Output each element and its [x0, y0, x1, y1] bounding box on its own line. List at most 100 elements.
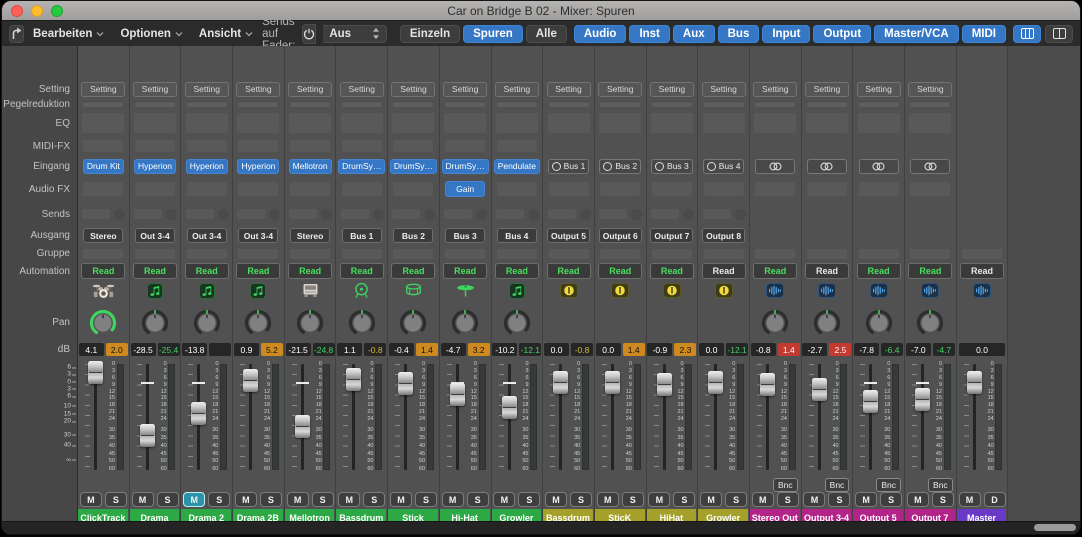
midi-fx-slot[interactable]	[82, 139, 124, 153]
volume-value[interactable]: -0.9	[647, 343, 672, 356]
automation-button[interactable]: Read	[340, 263, 384, 279]
peak-level-value[interactable]: 1.4	[416, 343, 438, 356]
mute-button[interactable]: M	[597, 492, 619, 507]
format-button[interactable]	[859, 159, 899, 174]
volume-value[interactable]: 0.0	[699, 343, 724, 356]
pan-knob[interactable]	[812, 307, 842, 338]
automation-button[interactable]: Read	[960, 263, 1004, 279]
midi-fx-slot[interactable]	[186, 139, 228, 153]
bounce-button[interactable]: Bnc	[825, 478, 850, 492]
group-slot[interactable]	[496, 248, 538, 260]
volume-value[interactable]: -13.8	[182, 343, 207, 356]
peak-level-value[interactable]: 3.2	[468, 343, 490, 356]
view-button-alle[interactable]: Alle	[526, 25, 567, 43]
view-button-einzeln[interactable]: Einzeln	[400, 25, 460, 43]
send-slot[interactable]	[340, 208, 370, 220]
fader-handle[interactable]	[657, 373, 672, 396]
audio-fx-slot[interactable]	[599, 181, 641, 197]
solo-button[interactable]: S	[880, 492, 902, 507]
send-slot[interactable]	[81, 208, 111, 220]
fader-handle[interactable]	[708, 371, 723, 394]
input-button[interactable]: Hyperion	[186, 159, 228, 174]
send-slot[interactable]	[185, 208, 215, 220]
send-knob[interactable]	[373, 209, 384, 220]
eq-slot[interactable]	[236, 112, 280, 134]
audio-fx-slot[interactable]	[237, 181, 279, 197]
format-button[interactable]	[910, 159, 950, 174]
send-slot[interactable]	[236, 208, 266, 220]
setting-button[interactable]: Setting	[185, 82, 229, 97]
filter-button-aux[interactable]: Aux	[673, 25, 715, 43]
sends-on-fader-select[interactable]: Aus	[323, 25, 387, 43]
volume-value[interactable]: -7.8	[854, 343, 879, 356]
pan-knob[interactable]	[88, 307, 118, 338]
group-slot[interactable]	[909, 248, 951, 260]
send-knob[interactable]	[476, 209, 487, 220]
eq-slot[interactable]	[495, 112, 539, 134]
send-knob[interactable]	[424, 209, 435, 220]
group-slot[interactable]	[341, 248, 383, 260]
pan-knob[interactable]	[864, 307, 894, 338]
audio-fx-slot[interactable]	[754, 181, 796, 197]
mute-button[interactable]: M	[959, 492, 981, 507]
menu-bearbeiten[interactable]: Bearbeiten	[31, 28, 106, 40]
automation-button[interactable]: Read	[753, 263, 797, 279]
input-button[interactable]: DrumSy…	[442, 159, 489, 174]
send-knob[interactable]	[631, 209, 642, 220]
automation-button[interactable]: Read	[908, 263, 952, 279]
setting-button[interactable]: Setting	[495, 82, 539, 97]
setting-button[interactable]: Setting	[391, 82, 435, 97]
mute-button[interactable]: M	[442, 492, 464, 507]
solo-button[interactable]: S	[932, 492, 954, 507]
format-button[interactable]	[755, 159, 795, 174]
setting-button[interactable]: Setting	[133, 82, 177, 97]
eq-slot[interactable]	[443, 112, 487, 134]
volume-value[interactable]: -0.4	[389, 343, 414, 356]
send-slot[interactable]	[495, 208, 525, 220]
fader-track[interactable]	[921, 364, 924, 470]
input-button[interactable]: Bus 2	[599, 159, 641, 174]
mute-button[interactable]: M	[183, 492, 205, 507]
volume-value[interactable]: -21.5	[286, 343, 311, 356]
automation-button[interactable]: Read	[133, 263, 177, 279]
send-slot[interactable]	[702, 208, 732, 220]
filter-button-midi[interactable]: MIDI	[962, 25, 1006, 43]
bounce-button[interactable]: Bnc	[773, 478, 798, 492]
volume-value[interactable]: -0.8	[751, 343, 776, 356]
send-slot[interactable]	[391, 208, 421, 220]
volume-value[interactable]: -28.5	[131, 343, 156, 356]
wide-channel-strips-button[interactable]	[1045, 25, 1073, 43]
peak-level-value[interactable]: 1.4	[623, 343, 645, 356]
send-slot[interactable]	[133, 208, 163, 220]
solo-button[interactable]: S	[105, 492, 127, 507]
input-button[interactable]: Hyperion	[237, 159, 279, 174]
send-knob[interactable]	[218, 209, 229, 220]
volume-value[interactable]: 0.9	[234, 343, 259, 356]
eq-slot[interactable]	[908, 112, 952, 134]
solo-button[interactable]: S	[828, 492, 850, 507]
setting-button[interactable]: Setting	[236, 82, 280, 97]
output-button[interactable]: Out 3-4	[187, 228, 227, 243]
eq-slot[interactable]	[133, 112, 177, 134]
group-slot[interactable]	[392, 248, 434, 260]
peak-level-value[interactable]: -4.7	[933, 343, 955, 356]
send-slot[interactable]	[598, 208, 628, 220]
audio-fx-slot[interactable]	[289, 181, 331, 197]
solo-button[interactable]: S	[363, 492, 385, 507]
group-slot[interactable]	[599, 248, 641, 260]
audio-fx-plugin[interactable]: Gain	[445, 181, 485, 197]
automation-button[interactable]: Read	[598, 263, 642, 279]
send-knob[interactable]	[166, 209, 177, 220]
peak-level-value[interactable]: 1.4	[778, 343, 800, 356]
audio-fx-slot[interactable]	[392, 181, 434, 197]
input-button[interactable]: Bus 1	[548, 159, 590, 174]
fader-handle[interactable]	[760, 373, 775, 396]
send-slot[interactable]	[547, 208, 577, 220]
audio-fx-slot[interactable]	[134, 181, 176, 197]
send-knob[interactable]	[580, 209, 591, 220]
output-button[interactable]: Output 5	[547, 228, 590, 243]
mute-button[interactable]: M	[907, 492, 929, 507]
output-button[interactable]: Bus 2	[393, 228, 433, 243]
group-slot[interactable]	[754, 248, 796, 260]
audio-fx-slot[interactable]	[548, 181, 590, 197]
